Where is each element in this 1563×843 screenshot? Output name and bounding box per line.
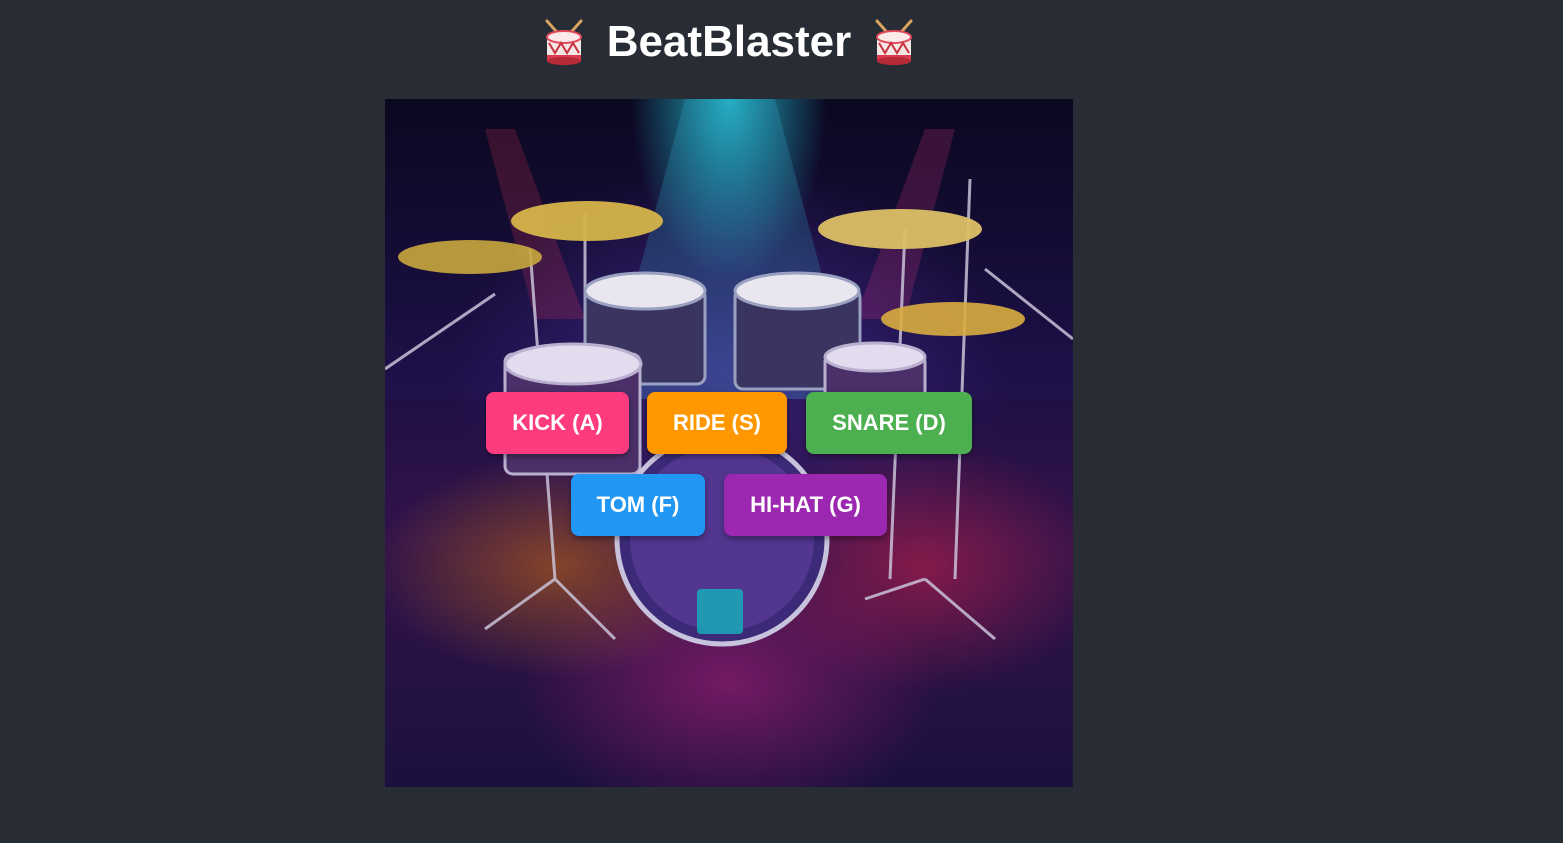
tom-pad-button[interactable]: TOM (F) (571, 474, 705, 536)
drum-icon (875, 19, 913, 65)
snare-pad-button[interactable]: SNARE (D) (806, 392, 972, 454)
header: BeatBlaster (0, 14, 1458, 70)
ride-pad-button[interactable]: RIDE (S) (647, 392, 787, 454)
kick-pad-button[interactable]: KICK (A) (486, 392, 629, 454)
hihat-pad-button[interactable]: HI-HAT (G) (724, 474, 887, 536)
app-title: BeatBlaster (606, 17, 852, 66)
drum-kit-stage-image: KICK (A) RIDE (S) SNARE (D) TOM (F) HI-H… (385, 99, 1073, 787)
drum-icon (545, 19, 583, 65)
